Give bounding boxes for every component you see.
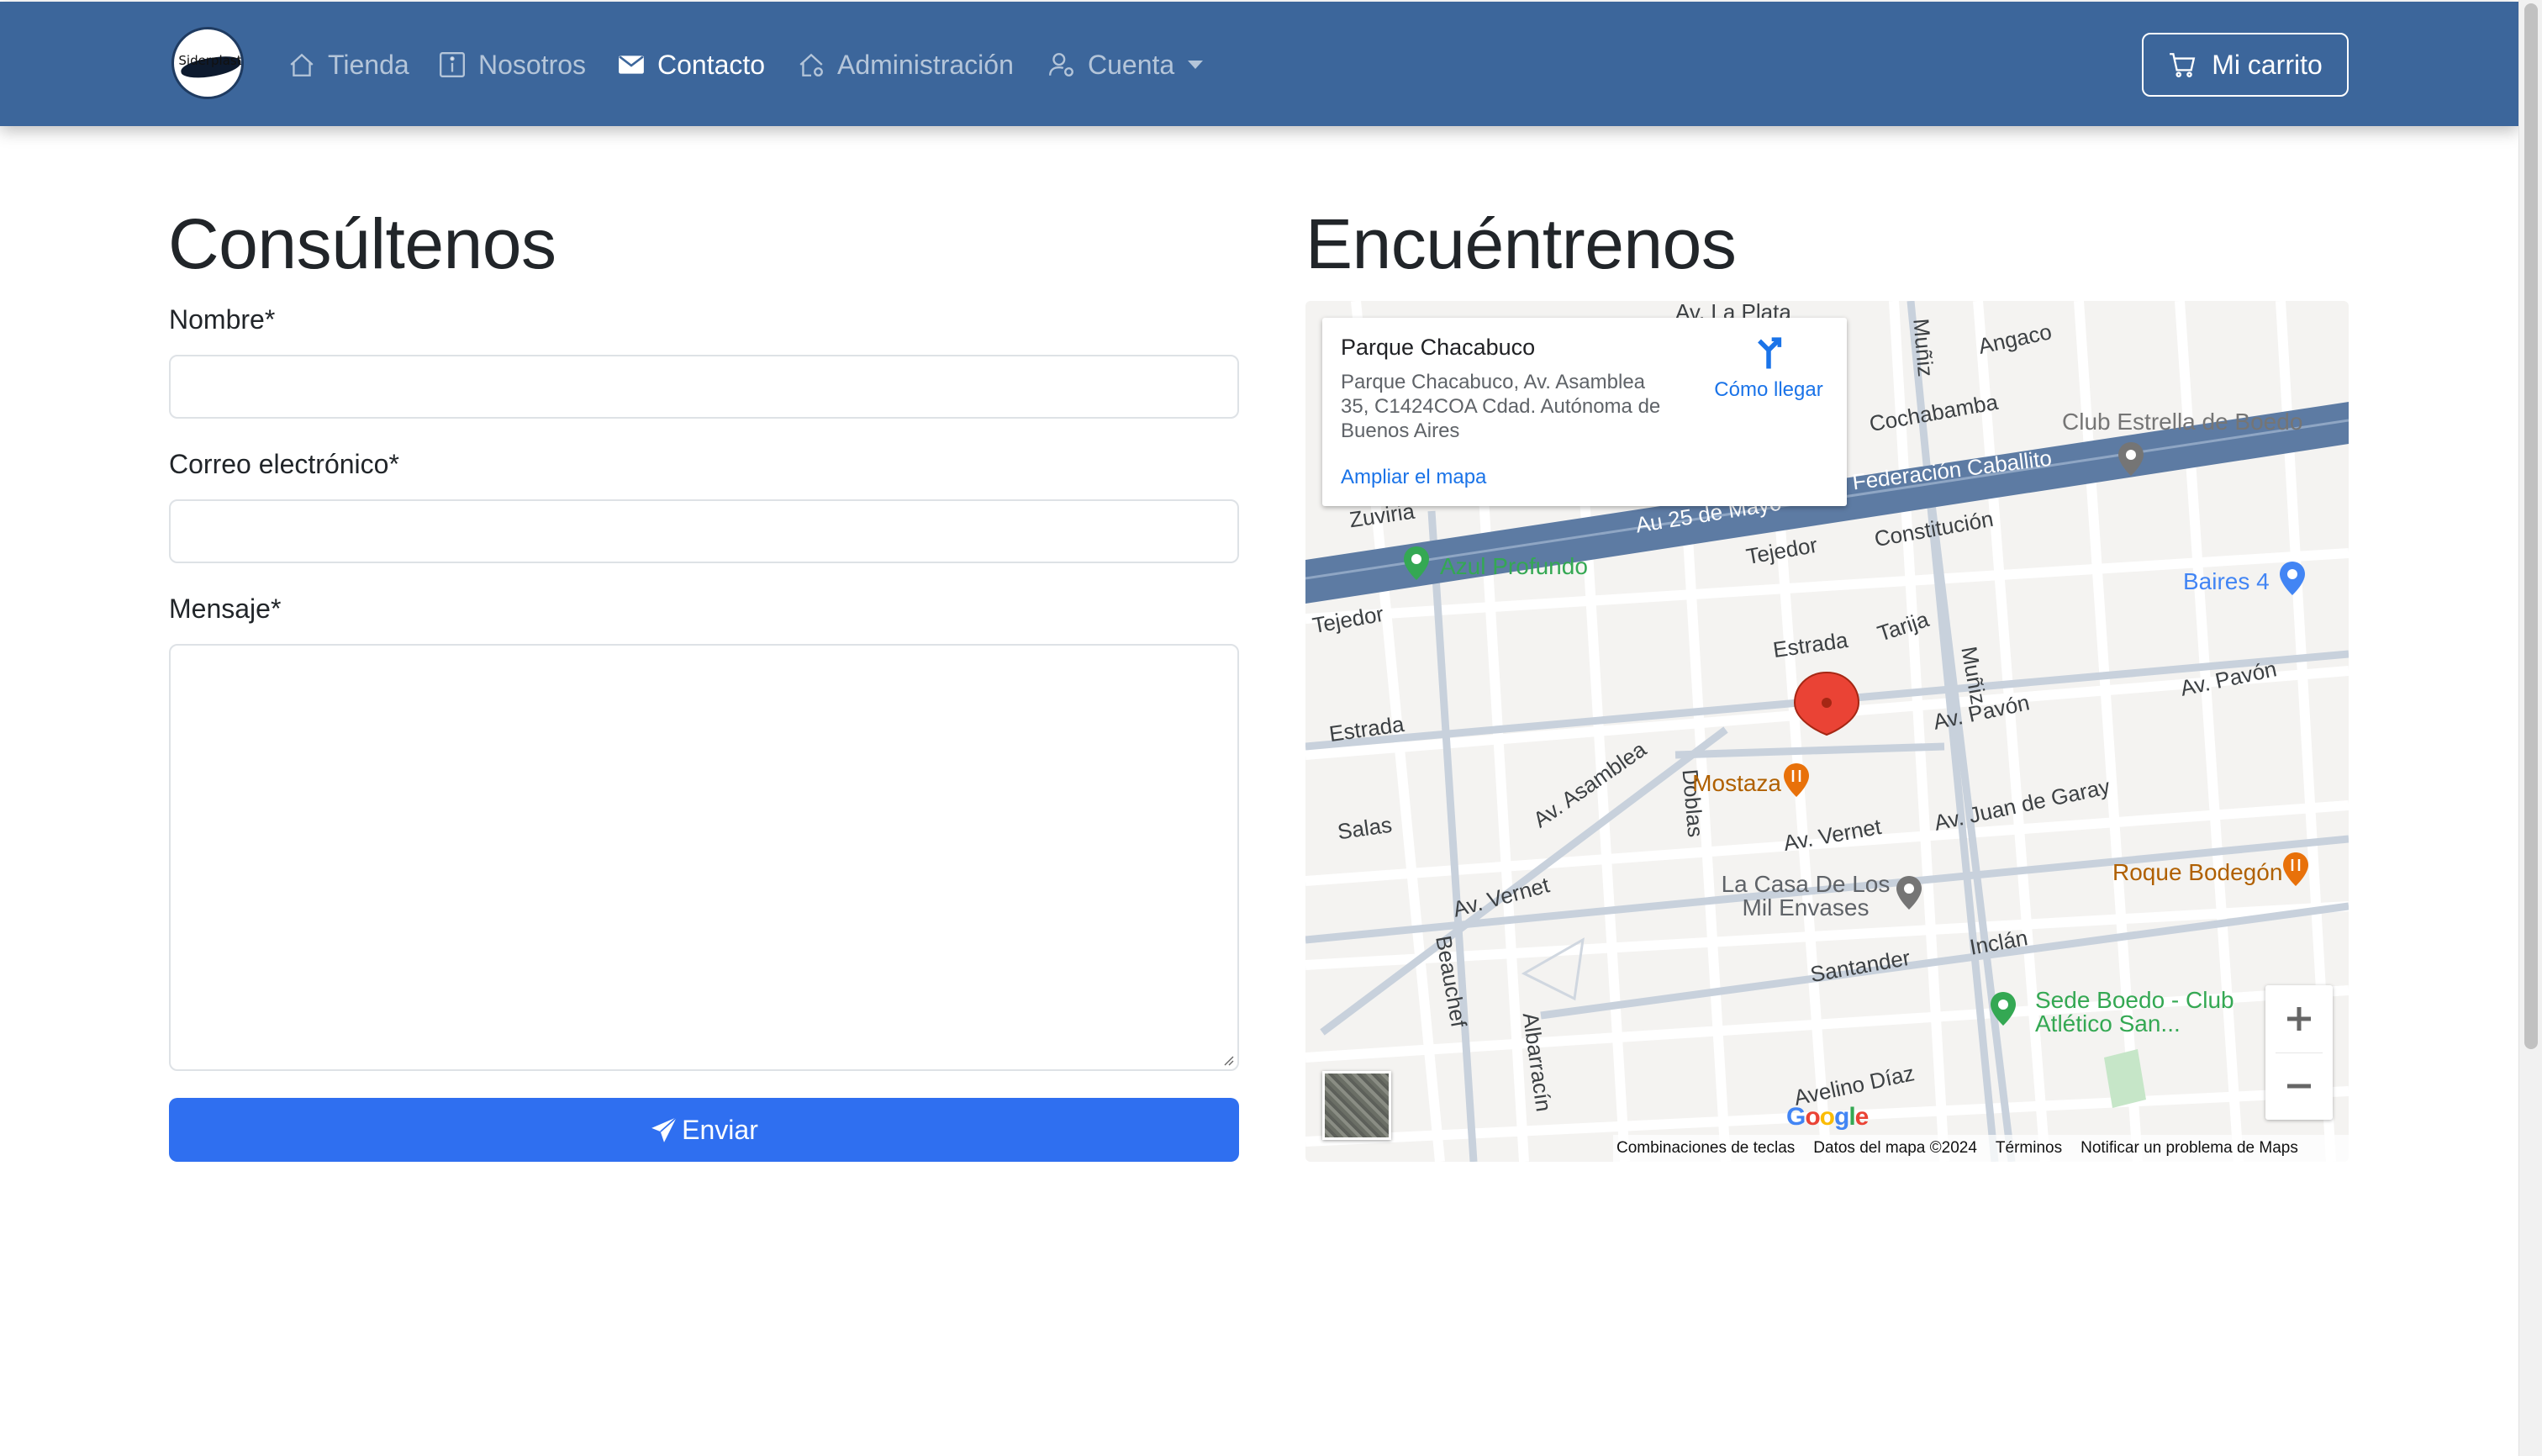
nav-label: Cuenta (1088, 49, 1175, 80)
cart-label: Mi carrito (2212, 49, 2323, 80)
contact-title: Consúltenos (168, 204, 556, 283)
cart-button[interactable]: Mi carrito (2142, 33, 2349, 97)
send-label: Enviar (682, 1114, 758, 1145)
poi-label[interactable]: Roque Bodegón (2112, 859, 2282, 886)
minus-icon (2287, 1084, 2311, 1089)
email-input[interactable] (169, 499, 1239, 563)
map-pin-icon[interactable] (1793, 671, 1860, 736)
message-textarea[interactable] (169, 644, 1239, 1071)
poi-marker-icon[interactable] (2277, 560, 2307, 597)
nav-item-contacto[interactable]: Contacto (617, 44, 765, 86)
enlarge-map-link[interactable]: Ampliar el mapa (1341, 466, 1486, 489)
map-footer: Combinaciones de teclas Datos del mapa ©… (1613, 1135, 2349, 1162)
resize-grip-icon[interactable] (1221, 1052, 1234, 1066)
nav-label: Nosotros (478, 49, 587, 80)
directions-button[interactable]: Cómo llegar (1706, 336, 1832, 402)
nav-label: Contacto (657, 49, 766, 80)
nav-item-administracion[interactable]: Administración (797, 44, 1014, 86)
poi-label[interactable]: Club Estrella de Boedo (2062, 409, 2302, 435)
poi-marker-icon[interactable] (1894, 874, 1924, 911)
info-square-icon (440, 52, 465, 77)
send-icon (651, 1116, 678, 1142)
poi-marker-icon[interactable] (1401, 545, 1432, 582)
envelope-icon (619, 55, 644, 74)
email-label: Correo electrónico* (169, 449, 399, 479)
zoom-in-button[interactable] (2265, 985, 2333, 1052)
message-label: Mensaje* (169, 593, 282, 624)
poi-label[interactable]: La Casa De Los Mil Envases (1717, 873, 1894, 920)
google-map[interactable]: Av. La Plata Muñiz Angaco Cochabamba Zuv… (1305, 301, 2349, 1162)
poi-label[interactable]: Sede Boedo - Club Atlético San... (2035, 989, 2254, 1036)
person-gear-icon (1049, 53, 1073, 76)
report-problem-link[interactable]: Notificar un problema de Maps (2081, 1139, 2298, 1158)
name-input[interactable] (169, 355, 1239, 419)
logo-text: Siderplast (178, 53, 242, 68)
google-logo: Google (1786, 1103, 1869, 1131)
restaurant-marker-icon[interactable] (1781, 762, 1812, 799)
directions-label: Cómo llegar (1714, 378, 1823, 401)
zoom-out-button[interactable] (2265, 1052, 2333, 1120)
map-data-credit: Datos del mapa ©2024 (1813, 1139, 1977, 1157)
location-title: Encuéntrenos (1305, 204, 1737, 283)
keyboard-shortcuts-link[interactable]: Combinaciones de teclas (1616, 1139, 1795, 1158)
restaurant-marker-icon[interactable] (2281, 851, 2311, 888)
cart-icon (2170, 53, 2196, 77)
place-address: Parque Chacabuco, Av. Asamblea 35, C1424… (1341, 371, 1661, 442)
place-info-card: Parque Chacabuco Parque Chacabuco, Av. A… (1322, 318, 1847, 506)
house-icon (290, 53, 314, 76)
chevron-down-icon (1188, 61, 1204, 69)
poi-label[interactable]: Baires 4 (2183, 568, 2270, 595)
nav-label: Tienda (328, 49, 409, 80)
terms-link[interactable]: Términos (1996, 1139, 2062, 1158)
poi-label[interactable]: Mostaza (1692, 770, 1781, 797)
place-name: Parque Chacabuco (1341, 335, 1536, 360)
top-navbar: Siderplast Tienda Nosotros Contacto Admi… (0, 2, 2518, 126)
brand-logo[interactable]: Siderplast (171, 27, 244, 99)
name-label: Nombre* (169, 304, 276, 335)
poi-marker-icon[interactable] (2116, 440, 2146, 477)
poi-label[interactable]: Azul Profundo (1440, 553, 1588, 580)
directions-icon (1758, 337, 1782, 369)
scrollbar-thumb[interactable] (2524, 3, 2538, 1049)
page: Siderplast Tienda Nosotros Contacto Admi… (0, 0, 2518, 1456)
street-label: Muñiz (1908, 317, 1939, 378)
satellite-toggle-button[interactable] (1322, 1071, 1391, 1140)
nav-label: Administración (837, 49, 1014, 80)
zoom-controls (2265, 985, 2333, 1120)
poi-marker-icon[interactable] (1988, 990, 2018, 1027)
plus-icon (2287, 1007, 2311, 1031)
nav-item-tienda[interactable]: Tienda (287, 44, 409, 86)
house-gear-icon (799, 53, 823, 76)
nav-item-nosotros[interactable]: Nosotros (438, 44, 586, 86)
nav-item-cuenta[interactable]: Cuenta (1047, 44, 1204, 86)
page-scrollbar[interactable] (2518, 0, 2542, 1456)
send-button[interactable]: Enviar (169, 1098, 1239, 1162)
